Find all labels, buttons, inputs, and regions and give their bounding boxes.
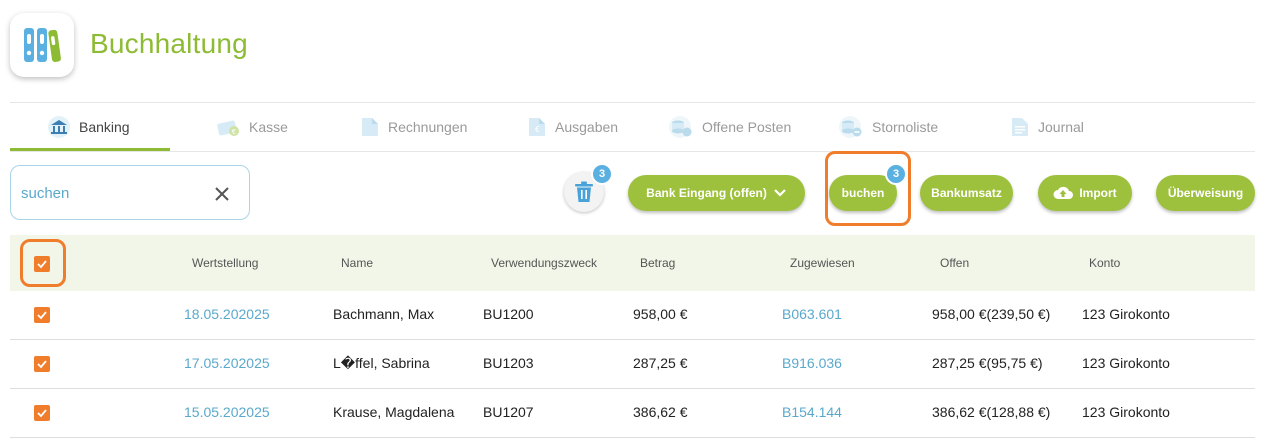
svg-text:€: € [535,125,540,134]
tab-label: Journal [1038,119,1084,135]
journal-icon [1012,118,1028,136]
document-icon [362,118,378,136]
row-konto: 123 Girokonto [1082,306,1170,322]
row-divider [10,437,1255,438]
column-header-verwendungszweck[interactable]: Verwendungszweck [491,256,597,270]
row-name: Bachmann, Max [333,306,435,322]
tab-offene-posten[interactable]: Offene Posten [668,103,791,151]
chevron-down-icon [774,189,786,197]
tab-banking[interactable]: Banking [47,103,130,151]
tab-kasse[interactable]: € Kasse [215,103,288,151]
row-name: L�ffel, Sabrina [333,355,430,371]
tab-rechnungen[interactable]: Rechnungen [360,103,467,151]
search-input[interactable] [21,180,201,206]
app-logo [10,13,74,77]
ueberweisung-button[interactable]: Überweisung [1156,175,1255,211]
trash-icon [575,181,593,202]
column-header-betrag[interactable]: Betrag [640,256,675,270]
svg-text:€: € [232,128,236,136]
row-zugewiesen[interactable]: B063.601 [782,306,842,322]
column-header-konto[interactable]: Konto [1089,256,1120,270]
row-divider [10,339,1255,340]
row-offen: 958,00 €(239,50 €) [932,306,1051,322]
row-offen: 287,25 €(95,75 €) [932,355,1043,371]
tab-ausgaben[interactable]: € Ausgaben [527,103,618,151]
tab-label: Offene Posten [702,119,792,135]
tab-label: Stornoliste [872,119,939,135]
tab-label: Banking [79,119,130,135]
column-header-offen[interactable]: Offen [940,256,969,270]
tab-label: Kasse [249,119,288,135]
tab-label: Rechnungen [388,119,468,135]
column-header-wertstellung[interactable]: Wertstellung [192,256,258,270]
row-offen: 386,62 €(128,88 €) [932,404,1051,420]
row-wertstellung[interactable]: 17.05.202025 [184,355,270,371]
row-name: Krause, Magdalena [333,404,455,420]
row-konto: 123 Girokonto [1082,404,1170,420]
coins-cancel-icon [839,116,862,138]
trash-count-badge: 3 [591,163,613,185]
column-header-zugewiesen[interactable]: Zugewiesen [790,256,855,270]
row-verwendungszweck: BU1203 [483,355,534,371]
checkmark-icon [37,409,47,418]
row-betrag: 958,00 € [633,306,688,322]
import-label: Import [1079,186,1117,200]
row-checkbox[interactable] [34,405,50,421]
clear-search-icon[interactable] [211,183,233,205]
row-divider [10,388,1255,389]
select-all-checkbox[interactable] [34,256,50,272]
checkmark-icon [37,360,47,369]
coins-icon [669,116,692,138]
buchen-label: buchen [841,186,885,200]
tab-label: Ausgaben [555,119,619,135]
bankumsatz-label: Bankumsatz [931,186,1002,200]
binders-icon [24,28,61,63]
bank-filter-label: Bank Eingang (offen) [646,186,767,200]
bank-icon [48,116,70,138]
tabs-divider [10,151,1255,152]
row-wertstellung[interactable]: 15.05.202025 [184,404,270,420]
row-checkbox[interactable] [34,356,50,372]
tab-journal[interactable]: Journal [1010,103,1084,151]
row-wertstellung[interactable]: 18.05.202025 [184,306,270,322]
row-verwendungszweck: BU1200 [483,306,534,322]
cash-icon: € [217,120,239,136]
ueberweisung-label: Überweisung [1167,186,1244,200]
tab-stornoliste[interactable]: Stornoliste [838,103,938,151]
row-verwendungszweck: BU1207 [483,404,534,420]
cloud-upload-icon [1053,186,1074,199]
row-konto: 123 Girokonto [1082,355,1170,371]
bank-filter-dropdown[interactable]: Bank Eingang (offen) [628,175,805,211]
row-zugewiesen[interactable]: B916.036 [782,355,842,371]
import-button[interactable]: Import [1038,175,1132,211]
search-box [10,165,250,220]
checkmark-icon [37,260,47,269]
row-betrag: 287,25 € [633,355,688,371]
checkmark-icon [37,311,47,320]
expense-document-icon: € [529,118,545,136]
row-checkbox[interactable] [34,307,50,323]
bankumsatz-button[interactable]: Bankumsatz [920,175,1013,211]
tab-bar: Banking € Kasse Rechnungen € Ausgaben Of… [10,103,1255,151]
app-title: Buchhaltung [90,28,248,59]
row-zugewiesen[interactable]: B154.144 [782,404,842,420]
buchen-count-badge: 3 [885,163,907,185]
row-betrag: 386,62 € [633,404,688,420]
column-header-name[interactable]: Name [341,256,373,270]
